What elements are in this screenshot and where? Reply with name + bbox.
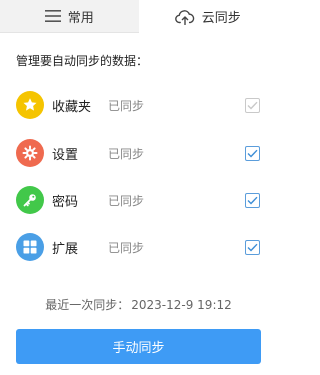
sync-item-status: 已同步: [108, 98, 145, 113]
star-icon: [16, 91, 44, 119]
sync-item-settings: 设置 已同步: [16, 138, 261, 168]
last-sync-label: 最近一次同步：: [45, 298, 130, 312]
tab-common-label: 常用: [67, 10, 94, 26]
sync-favorites-checkbox[interactable]: [245, 97, 260, 113]
gear-icon: [16, 139, 44, 167]
sync-passwords-checkbox[interactable]: [245, 192, 260, 208]
sync-extensions-checkbox[interactable]: [245, 239, 260, 255]
last-sync-time: 2023-12-9 19:12: [131, 298, 232, 312]
tab-bar: 常用 云同步: [0, 0, 277, 33]
sync-item-extensions: 扩展 已同步: [16, 232, 261, 262]
sync-item-status: 已同步: [108, 146, 145, 161]
sync-settings-checkbox[interactable]: [245, 145, 260, 161]
tab-common[interactable]: 常用: [0, 0, 139, 33]
sync-item-label: 收藏夹: [52, 99, 92, 115]
extensions-grid-icon: [16, 233, 44, 261]
sync-item-status: 已同步: [108, 240, 145, 255]
tab-cloud-sync-label: 云同步: [201, 11, 241, 26]
manual-sync-button[interactable]: 手动同步: [16, 329, 261, 364]
menu-icon: [44, 10, 61, 22]
sync-item-label: 扩展: [52, 241, 79, 257]
sync-item-label: 密码: [52, 194, 79, 210]
tab-cloud-sync[interactable]: 云同步: [138, 0, 277, 33]
last-sync-info: 最近一次同步： 2023-12-9 19:12: [0, 296, 277, 313]
cloud-upload-icon: [174, 9, 195, 25]
section-title: 管理要自动同步的数据：: [16, 54, 149, 68]
sync-item-passwords: 密码 已同步: [16, 185, 261, 215]
key-icon: [16, 186, 44, 214]
sync-item-status: 已同步: [108, 193, 145, 208]
sync-item-favorites: 收藏夹 已同步: [16, 90, 261, 120]
sync-item-label: 设置: [52, 147, 79, 163]
